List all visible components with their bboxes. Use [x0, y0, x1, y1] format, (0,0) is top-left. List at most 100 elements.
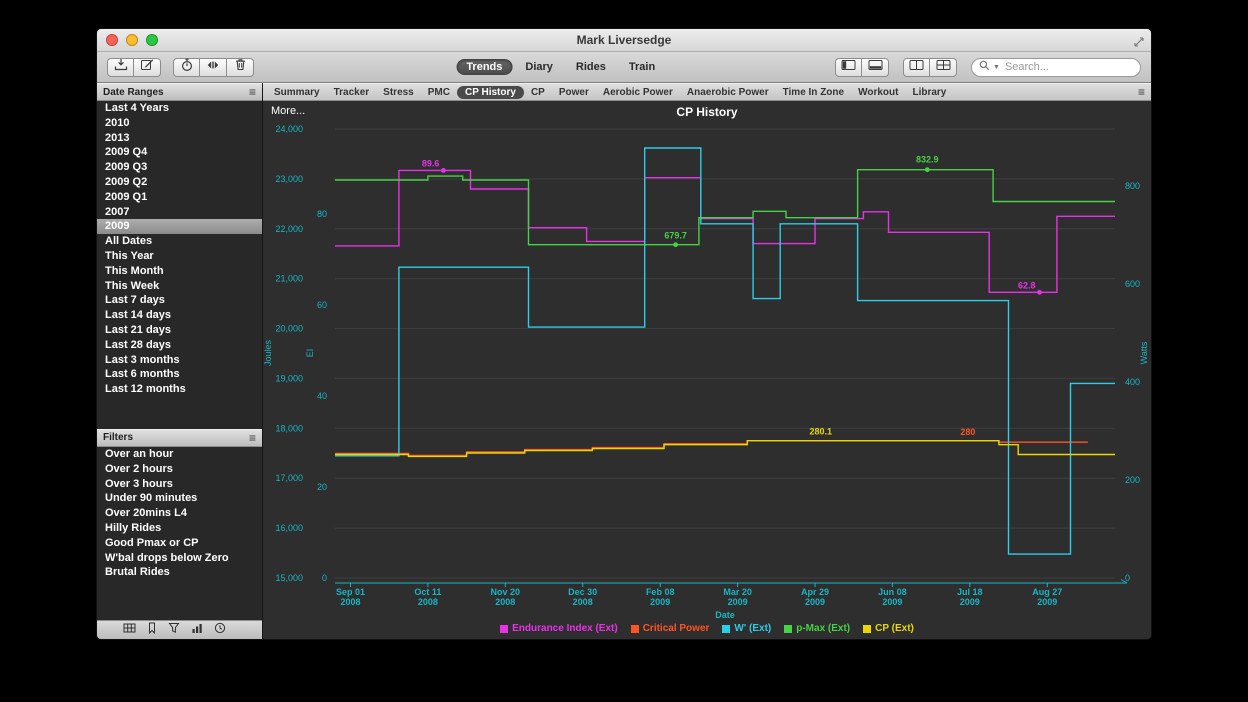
filter-item-over-20mins-l4[interactable]: Over 20mins L4	[97, 506, 262, 521]
svg-text:EI: EI	[305, 349, 315, 358]
save-button[interactable]	[107, 58, 134, 77]
search-scope-caret-icon[interactable]: ▼	[993, 64, 1000, 71]
date-range-item-last-14-days[interactable]: Last 14 days	[97, 308, 262, 323]
legend-item-endurance-index-ext: Endurance Index (Ext)	[500, 623, 618, 634]
view-segment-trends[interactable]: Trends	[456, 59, 512, 75]
svg-text:2008: 2008	[340, 597, 360, 607]
legend-item-p-max-ext: p-Max (Ext)	[784, 623, 850, 634]
svg-text:Dec 30: Dec 30	[568, 587, 597, 597]
filter-item-w-bal-drops-below-zero[interactable]: W'bal drops below Zero	[97, 551, 262, 566]
svg-text:2009: 2009	[1037, 597, 1057, 607]
svg-text:Nov 20: Nov 20	[491, 587, 521, 597]
search-input[interactable]	[1003, 60, 1133, 74]
tab-pmc[interactable]: PMC	[421, 87, 457, 98]
main-panel: SummaryTrackerStressPMCCP HistoryCPPower…	[263, 83, 1151, 639]
svg-text:62.8: 62.8	[1018, 280, 1036, 290]
search-icon	[979, 58, 990, 76]
cp-history-chart[interactable]: 15,00016,00017,00018,00019,00020,00021,0…	[263, 101, 1152, 640]
clock-icon[interactable]	[214, 621, 226, 639]
close-button[interactable]	[106, 34, 118, 46]
date-range-item-2009-q1[interactable]: 2009 Q1	[97, 190, 262, 205]
date-range-item-last-7-days[interactable]: Last 7 days	[97, 293, 262, 308]
view-segment-train[interactable]: Train	[619, 59, 665, 75]
legend-swatch	[631, 625, 639, 633]
tab-library[interactable]: Library	[905, 87, 953, 98]
grid-view-icon[interactable]	[123, 621, 136, 639]
tabbar-menu-icon[interactable]: ≡	[1138, 86, 1145, 98]
view-switcher: TrendsDiaryRidesTrain	[456, 59, 665, 75]
chart-area: More... CP History 15,00016,00017,00018,…	[263, 101, 1151, 639]
date-range-item-this-week[interactable]: This Week	[97, 279, 262, 294]
svg-text:832.9: 832.9	[916, 155, 939, 165]
filter-item-under-90-minutes[interactable]: Under 90 minutes	[97, 491, 262, 506]
lowbar-toggle-button[interactable]	[862, 58, 889, 77]
date-range-item-this-year[interactable]: This Year	[97, 249, 262, 264]
tab-workout[interactable]: Workout	[851, 87, 905, 98]
svg-text:89.6: 89.6	[422, 158, 440, 168]
filter-item-over-2-hours[interactable]: Over 2 hours	[97, 462, 262, 477]
tab-anaerobic-power[interactable]: Anaerobic Power	[680, 87, 776, 98]
filter-item-over-an-hour[interactable]: Over an hour	[97, 447, 262, 462]
date-range-item-2013[interactable]: 2013	[97, 131, 262, 146]
svg-text:2008: 2008	[573, 597, 593, 607]
date-range-item-last-4-years[interactable]: Last 4 Years	[97, 101, 262, 116]
filter-item-good-pmax-or-cp[interactable]: Good Pmax or CP	[97, 536, 262, 551]
stopwatch-button[interactable]	[173, 58, 200, 77]
svg-text:2008: 2008	[495, 597, 515, 607]
date-ranges-list: Last 4 Years201020132009 Q42009 Q32009 Q…	[97, 101, 262, 397]
fullscreen-icon[interactable]	[1134, 34, 1144, 52]
date-range-item-2009-q3[interactable]: 2009 Q3	[97, 160, 262, 175]
date-range-item-2009[interactable]: 2009	[97, 219, 262, 234]
chart-bars-icon[interactable]	[191, 621, 203, 639]
date-range-item-last-12-months[interactable]: Last 12 months	[97, 382, 262, 397]
date-range-item-last-21-days[interactable]: Last 21 days	[97, 323, 262, 338]
date-range-item-2007[interactable]: 2007	[97, 205, 262, 220]
svg-text:15,000: 15,000	[275, 573, 303, 583]
tab-cp[interactable]: CP	[524, 87, 552, 98]
search-field[interactable]: ▼	[971, 58, 1141, 77]
minimize-button[interactable]	[126, 34, 138, 46]
date-range-item-last-6-months[interactable]: Last 6 months	[97, 367, 262, 382]
layout-tiled-button[interactable]	[930, 58, 957, 77]
date-range-item-2010[interactable]: 2010	[97, 116, 262, 131]
date-range-item-last-3-months[interactable]: Last 3 months	[97, 353, 262, 368]
legend-label: p-Max (Ext)	[796, 623, 850, 634]
bookmark-icon[interactable]	[147, 621, 157, 639]
tab-summary[interactable]: Summary	[267, 87, 327, 98]
filter-funnel-icon[interactable]	[168, 621, 180, 639]
chart-more-link[interactable]: More...	[271, 105, 305, 117]
tab-tracker[interactable]: Tracker	[327, 87, 377, 98]
date-range-item-2009-q4[interactable]: 2009 Q4	[97, 145, 262, 160]
filter-item-brutal-rides[interactable]: Brutal Rides	[97, 565, 262, 580]
title-bar: Mark Liversedge	[97, 29, 1151, 52]
filter-item-over-3-hours[interactable]: Over 3 hours	[97, 477, 262, 492]
chart-tab-bar: SummaryTrackerStressPMCCP HistoryCPPower…	[263, 83, 1151, 101]
date-range-item-this-month[interactable]: This Month	[97, 264, 262, 279]
view-segment-rides[interactable]: Rides	[566, 59, 616, 75]
download-icon	[114, 58, 128, 76]
filter-item-hilly-rides[interactable]: Hilly Rides	[97, 521, 262, 536]
svg-text:80: 80	[317, 209, 327, 219]
edit-button[interactable]	[134, 58, 161, 77]
tab-stress[interactable]: Stress	[376, 87, 421, 98]
date-range-item-last-28-days[interactable]: Last 28 days	[97, 338, 262, 353]
tab-time-in-zone[interactable]: Time In Zone	[776, 87, 852, 98]
legend-swatch	[863, 625, 871, 633]
svg-text:2009: 2009	[650, 597, 670, 607]
tab-cp-history[interactable]: CP History	[457, 86, 524, 99]
date-range-item-2009-q2[interactable]: 2009 Q2	[97, 175, 262, 190]
zoom-button[interactable]	[146, 34, 158, 46]
date-ranges-menu-icon[interactable]: ≡	[249, 86, 256, 98]
tab-aerobic-power[interactable]: Aerobic Power	[596, 87, 680, 98]
intervals-button[interactable]	[200, 58, 227, 77]
svg-text:Mar 20: Mar 20	[723, 587, 752, 597]
filters-menu-icon[interactable]: ≡	[249, 432, 256, 444]
date-range-item-all-dates[interactable]: All Dates	[97, 234, 262, 249]
layout-single-button[interactable]	[903, 58, 930, 77]
view-segment-diary[interactable]: Diary	[515, 59, 563, 75]
delete-button[interactable]	[227, 58, 254, 77]
layout-single-icon	[909, 58, 924, 76]
tab-power[interactable]: Power	[552, 87, 596, 98]
sidebar-toggle-button[interactable]	[835, 58, 862, 77]
svg-text:200: 200	[1125, 475, 1140, 485]
